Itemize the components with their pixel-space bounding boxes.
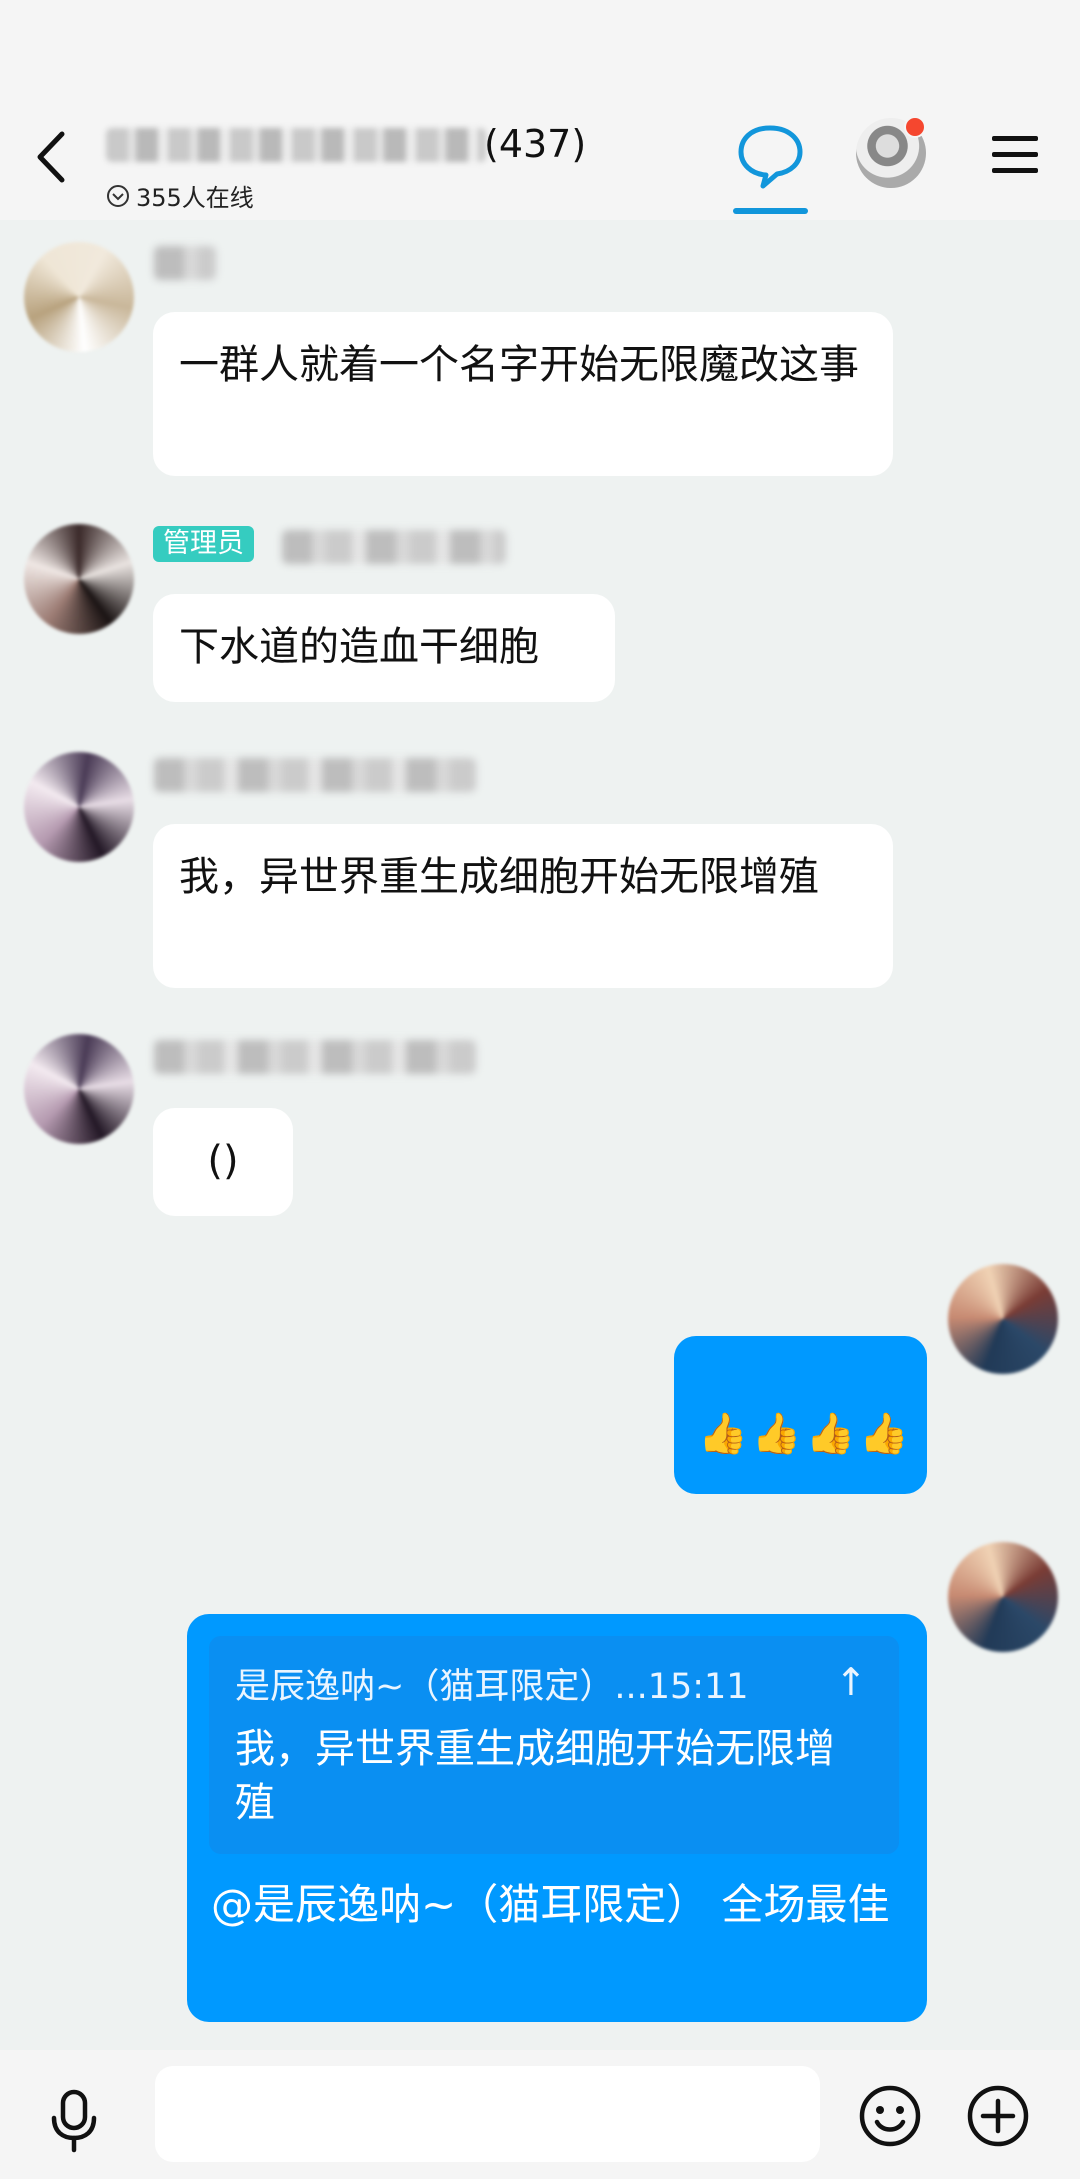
- sender-name-blurred: [154, 246, 216, 280]
- microphone-icon: [51, 2089, 97, 2153]
- message-text: @是辰逸呐~（猫耳限定） 全场最佳: [211, 1880, 890, 1929]
- message-bubble[interactable]: 下水道的造血干细胞: [153, 594, 615, 702]
- member-count: (437): [484, 122, 587, 166]
- voice-button[interactable]: [46, 2088, 102, 2154]
- message-text: 👍👍👍👍: [698, 1411, 914, 1457]
- back-arrow-icon: [37, 131, 65, 183]
- quote-text: 我，异世界重生成细胞开始无限增殖: [235, 1726, 835, 1826]
- more-button[interactable]: [966, 2084, 1030, 2148]
- expand-circle-icon: [107, 184, 129, 207]
- menu-icon: [992, 136, 1038, 173]
- online-status: 355人在线: [106, 178, 254, 213]
- chat-header: (437) 355人在线: [0, 100, 1080, 220]
- online-text: 355人在线: [136, 184, 254, 212]
- quote-jump-icon[interactable]: ↑: [835, 1660, 867, 1704]
- group-name-blurred: [106, 128, 486, 162]
- status-bar: [0, 0, 1080, 100]
- message-bubble[interactable]: 我，异世界重生成细胞开始无限增殖: [153, 824, 893, 988]
- sender-name-blurred: [154, 1040, 476, 1074]
- tab-active-indicator: [733, 208, 808, 214]
- emoji-button[interactable]: [858, 2084, 922, 2148]
- message-text: 我，异世界重生成细胞开始无限增殖: [179, 854, 819, 900]
- emoji-icon: [859, 2085, 921, 2147]
- sender-name-blurred: [282, 530, 506, 564]
- quoted-message[interactable]: 是辰逸呐~（猫耳限定）...15:11 ↑ 我，异世界重生成细胞开始无限增殖: [209, 1636, 899, 1854]
- my-avatar[interactable]: [948, 1542, 1058, 1652]
- menu-button[interactable]: [988, 130, 1042, 180]
- tab-chat[interactable]: [733, 114, 808, 214]
- my-avatar[interactable]: [948, 1264, 1058, 1374]
- plus-icon: [967, 2085, 1029, 2147]
- message-input[interactable]: [155, 2066, 820, 2162]
- sender-name-blurred: [154, 758, 476, 792]
- notification-dot: [904, 116, 926, 138]
- back-button[interactable]: [28, 122, 88, 192]
- my-reply-bubble[interactable]: 是辰逸呐~（猫耳限定）...15:11 ↑ 我，异世界重生成细胞开始无限增殖 @…: [187, 1614, 927, 2022]
- input-bar: [0, 2050, 1080, 2179]
- message-text: 下水道的造血干细胞: [179, 624, 539, 670]
- my-message-bubble[interactable]: 👍👍👍👍: [674, 1336, 927, 1494]
- message-list[interactable]: 一群人就着一个名字开始无限魔改这事 管理员 下水道的造血干细胞 我，异世界重生成…: [0, 220, 1080, 2050]
- avatar[interactable]: [24, 242, 134, 352]
- group-title[interactable]: (437) 355人在线: [106, 114, 626, 212]
- message-text: (): [207, 1138, 239, 1184]
- avatar[interactable]: [24, 1034, 134, 1144]
- avatar[interactable]: [24, 752, 134, 862]
- message-bubble[interactable]: (): [153, 1108, 293, 1216]
- message-bubble[interactable]: 一群人就着一个名字开始无限魔改这事: [153, 312, 893, 476]
- chat-bubble-icon: [738, 125, 803, 189]
- admin-badge: 管理员: [153, 526, 254, 562]
- message-text: 一群人就着一个名字开始无限魔改这事: [179, 342, 859, 388]
- avatar[interactable]: [24, 524, 134, 634]
- quote-header: 是辰逸呐~（猫耳限定）...15:11: [235, 1667, 749, 1707]
